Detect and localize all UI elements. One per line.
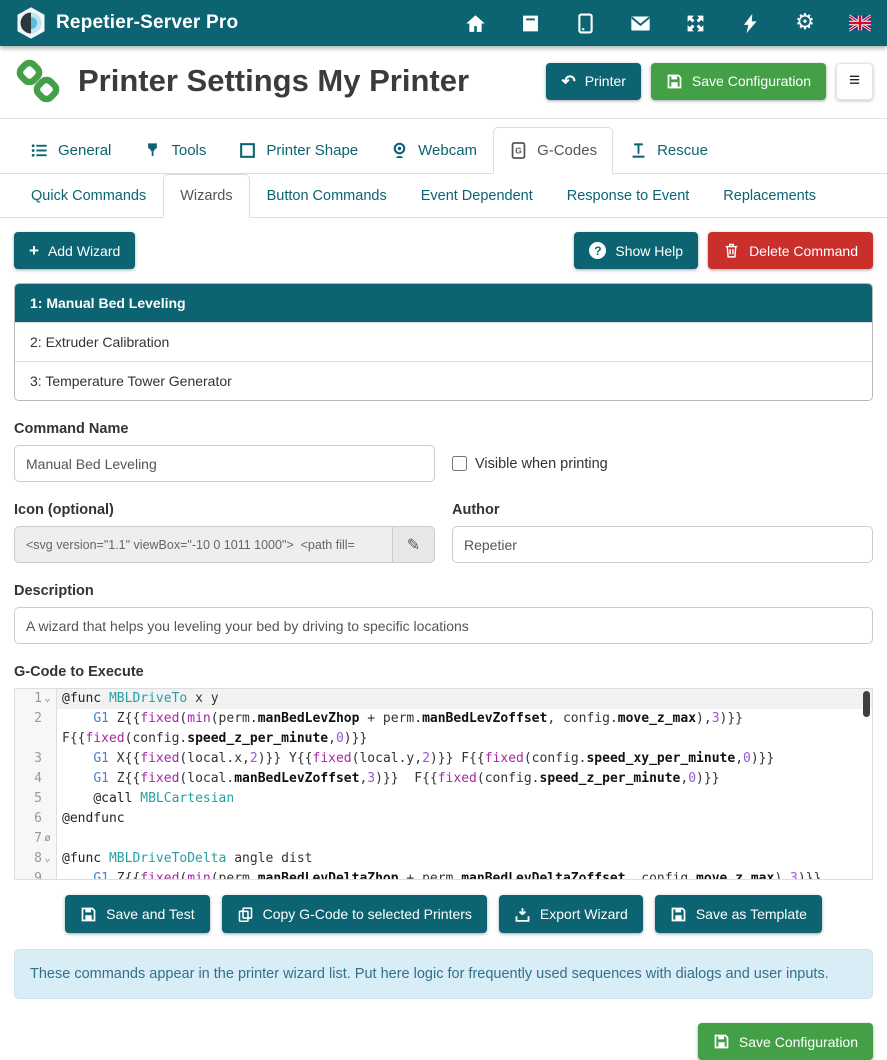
save-configuration-button-bottom[interactable]: Save Configuration bbox=[698, 1023, 873, 1060]
top-navbar: Repetier-Server Pro ⚙ bbox=[0, 0, 887, 46]
tablet-icon[interactable] bbox=[574, 12, 596, 34]
code-line: 2 G1 Z{{fixed(min(perm.manBedLevZhop + p… bbox=[15, 709, 872, 749]
hamburger-icon: ≡ bbox=[849, 70, 860, 92]
navbar-icons: ⚙ bbox=[464, 12, 871, 34]
wizard-list-item[interactable]: 3: Temperature Tower Generator bbox=[15, 361, 872, 400]
description-label: Description bbox=[14, 583, 873, 599]
back-to-printer-button[interactable]: ↶ Printer bbox=[546, 63, 640, 100]
tab-g-codes[interactable]: G G-Codes bbox=[493, 127, 613, 174]
subtab-response-to-event[interactable]: Response to Event bbox=[550, 174, 707, 218]
subtab-replacements[interactable]: Replacements bbox=[706, 174, 833, 218]
save-as-template-button[interactable]: Save as Template bbox=[655, 895, 822, 933]
info-text: These commands appear in the printer wiz… bbox=[30, 966, 829, 982]
menu-button[interactable]: ≡ bbox=[836, 63, 873, 100]
tab-tools[interactable]: Tools bbox=[127, 127, 222, 174]
editor-scrollbar[interactable] bbox=[863, 691, 870, 717]
save-icon bbox=[80, 906, 97, 923]
wizard-list: 1: Manual Bed Leveling 2: Extruder Calib… bbox=[14, 283, 873, 401]
code-lines: 1⌄@func MBLDriveTo x y2 G1 Z{{fixed(min(… bbox=[15, 689, 872, 880]
save-and-test-button[interactable]: Save and Test bbox=[65, 895, 209, 933]
language-flag-icon[interactable] bbox=[849, 12, 871, 34]
add-wizard-button[interactable]: + Add Wizard bbox=[14, 232, 135, 269]
extruder-icon bbox=[143, 141, 162, 160]
question-icon: ? bbox=[589, 242, 606, 259]
trash-icon bbox=[723, 242, 740, 259]
code-line: 3 G1 X{{fixed(local.x,2)}} Y{{fixed(loca… bbox=[15, 749, 872, 769]
tab-printer-shape[interactable]: Printer Shape bbox=[222, 127, 374, 174]
author-label: Author bbox=[452, 502, 873, 518]
save-icon bbox=[670, 906, 687, 923]
description-input[interactable] bbox=[14, 607, 873, 644]
export-wizard-button[interactable]: Export Wizard bbox=[499, 895, 643, 933]
wizard-form: Command Name . Visible when printing Ico… bbox=[0, 401, 887, 880]
pen-icon: ✎ bbox=[407, 535, 420, 555]
subtab-wizards[interactable]: Wizards bbox=[163, 174, 249, 218]
mail-icon[interactable] bbox=[629, 12, 651, 34]
bolt-icon[interactable] bbox=[739, 12, 761, 34]
wizard-list-item[interactable]: 2: Extruder Calibration bbox=[15, 322, 872, 361]
printer-jobs-icon[interactable] bbox=[519, 12, 541, 34]
icon-svg-input bbox=[14, 526, 393, 563]
tab-rescue[interactable]: Rescue bbox=[613, 127, 724, 174]
gcode-editor[interactable]: 1⌄@func MBLDriveTo x y2 G1 Z{{fixed(min(… bbox=[14, 688, 873, 880]
wizard-actions: Save and Test Copy G-Code to selected Pr… bbox=[0, 880, 887, 939]
subtab-event-dependent[interactable]: Event Dependent bbox=[404, 174, 550, 218]
tab-webcam[interactable]: Webcam bbox=[374, 127, 493, 174]
info-alert: These commands appear in the printer wiz… bbox=[14, 949, 873, 999]
gcodes-subtabbar: Quick Commands Wizards Button Commands E… bbox=[0, 174, 887, 218]
rescue-icon bbox=[629, 141, 648, 160]
code-line: 9 G1 Z{{fixed(min(perm.manBedLevDeltaZho… bbox=[15, 869, 872, 880]
command-name-input[interactable] bbox=[14, 445, 435, 482]
repetier-logo-icon[interactable] bbox=[16, 6, 46, 40]
code-line: 1⌄@func MBLDriveTo x y bbox=[15, 689, 872, 709]
code-line: 5 @call MBLCartesian bbox=[15, 789, 872, 809]
icon-label: Icon (optional) bbox=[14, 502, 435, 518]
settings-tabbar: General Tools Printer Shape Webcam G G-C… bbox=[0, 127, 887, 174]
gcode-label: G-Code to Execute bbox=[14, 664, 873, 680]
wizard-link-icon bbox=[14, 57, 62, 105]
subtab-quick-commands[interactable]: Quick Commands bbox=[14, 174, 163, 218]
footer: Save Configuration bbox=[0, 999, 887, 1060]
wizard-toolbar: + Add Wizard ? Show Help Delete Command bbox=[0, 218, 887, 281]
download-icon bbox=[514, 906, 531, 923]
header-buttons: ↶ Printer Save Configuration ≡ bbox=[546, 63, 873, 100]
command-name-label: Command Name bbox=[14, 421, 435, 437]
copy-gcode-button[interactable]: Copy G-Code to selected Printers bbox=[222, 895, 487, 933]
gcode-file-icon: G bbox=[509, 141, 528, 160]
page-title: Printer Settings My Printer bbox=[78, 63, 469, 99]
save-icon bbox=[713, 1033, 730, 1050]
svg-text:G: G bbox=[515, 146, 521, 156]
gear-icon[interactable]: ⚙ bbox=[794, 12, 816, 34]
delete-command-button[interactable]: Delete Command bbox=[708, 232, 873, 269]
visible-when-printing-label: Visible when printing bbox=[475, 456, 608, 472]
expand-arrows-icon[interactable] bbox=[684, 12, 706, 34]
page-header: Printer Settings My Printer ↶ Printer Sa… bbox=[0, 46, 887, 119]
square-outline-icon bbox=[238, 141, 257, 160]
tab-general[interactable]: General bbox=[14, 127, 127, 174]
plus-icon: + bbox=[29, 242, 39, 259]
visible-when-printing-row: Visible when printing bbox=[452, 445, 873, 482]
copy-icon bbox=[237, 906, 254, 923]
subtab-button-commands[interactable]: Button Commands bbox=[250, 174, 404, 218]
code-line: 4 G1 Z{{fixed(local.manBedLevZoffset,3)}… bbox=[15, 769, 872, 789]
icon-input-group: ✎ bbox=[14, 526, 435, 563]
code-line: 8⌄@func MBLDriveToDelta angle dist bbox=[15, 849, 872, 869]
wizard-list-item[interactable]: 1: Manual Bed Leveling bbox=[15, 284, 872, 322]
show-help-button[interactable]: ? Show Help bbox=[574, 232, 698, 269]
brand-name[interactable]: Repetier-Server Pro bbox=[56, 12, 238, 34]
visible-when-printing-checkbox[interactable] bbox=[452, 456, 467, 471]
code-line: 6@endfunc bbox=[15, 809, 872, 829]
author-input[interactable] bbox=[452, 526, 873, 563]
list-icon bbox=[30, 141, 49, 160]
edit-icon-button[interactable]: ✎ bbox=[393, 526, 435, 563]
save-configuration-button[interactable]: Save Configuration bbox=[651, 63, 826, 100]
webcam-icon bbox=[390, 141, 409, 160]
home-icon[interactable] bbox=[464, 12, 486, 34]
back-arrow-icon: ↶ bbox=[561, 73, 575, 90]
code-line: 7ø bbox=[15, 829, 872, 849]
save-icon bbox=[666, 73, 683, 90]
